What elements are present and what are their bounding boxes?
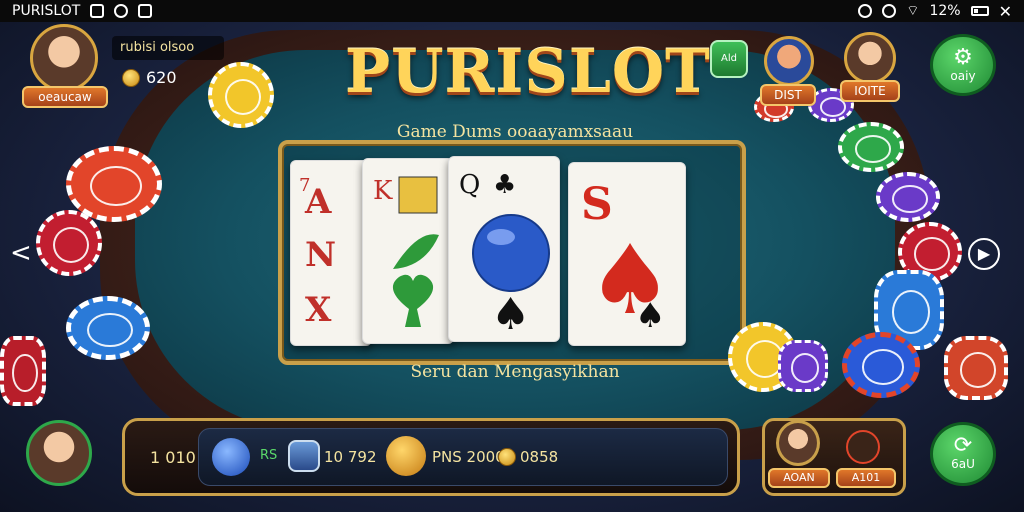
stat-d: 0858 <box>520 448 559 466</box>
poker-chip-red <box>36 210 102 276</box>
stat-a: RS <box>260 448 278 463</box>
poker-chip-blue-red <box>842 332 920 398</box>
svg-text:K: K <box>373 176 393 206</box>
settings-icon: ⚙ <box>953 45 973 70</box>
timer-nameplate: A101 <box>836 468 896 488</box>
status-bar: PURISLOT ⌔ 12% ✕ <box>0 0 1024 22</box>
svg-text:Q: Q <box>459 170 480 200</box>
svg-text:X: X <box>305 290 332 330</box>
svg-text:7: 7 <box>299 175 310 196</box>
poker-chip-stack-purple <box>778 340 828 392</box>
card-art-4: S ♠ ♠ <box>581 179 673 336</box>
square-icon <box>138 4 153 18</box>
globe-icon[interactable] <box>212 438 250 476</box>
level-value: 1 010 <box>150 448 196 467</box>
playing-card-1[interactable]: A 7 N X <box>290 160 372 346</box>
opponent-nameplate-3: AOAN <box>768 468 830 488</box>
battery-percent: 12% <box>929 3 961 19</box>
wifi-icon: ⌔ <box>906 3 920 19</box>
player-nameplate: oeaucaw <box>22 86 108 108</box>
playing-card-3[interactable]: Q ♣ ♠ <box>448 156 560 342</box>
pointer-icon[interactable] <box>386 436 426 476</box>
stat-b: 10 792 <box>324 448 377 466</box>
gallery-icon <box>114 4 129 18</box>
top-right-button-label: oaiy <box>950 69 976 83</box>
poker-chip-yellow <box>208 62 274 128</box>
close-icon[interactable]: ✕ <box>999 2 1012 21</box>
card-art-1: A 7 N X <box>299 175 336 330</box>
svg-text:♠: ♠ <box>635 296 665 336</box>
poker-chip-blue <box>66 296 150 360</box>
alarm-icon <box>858 4 873 18</box>
card-art-2: K <box>373 176 439 327</box>
player-coin-value: 620 <box>146 68 177 87</box>
bottom-player-avatar[interactable] <box>26 420 92 486</box>
stat-c: PNS 2000 <box>432 448 505 466</box>
refresh-icon: ⟳ <box>953 433 973 458</box>
battery-icon <box>970 6 989 16</box>
opponent-nameplate-1: DIST <box>760 84 816 106</box>
bottom-right-button-label: 6aU <box>951 457 975 471</box>
playing-card-4[interactable]: S ♠ ♠ <box>568 162 686 346</box>
coin-icon <box>122 68 140 87</box>
poker-chip-purple <box>876 172 940 222</box>
status-app-name: PURISLOT <box>12 3 81 19</box>
card-art-3: Q ♣ ♠ <box>459 170 550 340</box>
ad-button[interactable]: Ald <box>710 40 748 78</box>
forward-play-icon[interactable]: ▶ <box>968 238 1000 270</box>
playing-card-2[interactable]: K <box>362 158 454 344</box>
ticket-icon[interactable] <box>288 440 320 472</box>
poker-chip-green <box>838 122 904 172</box>
player-avatar[interactable] <box>30 24 98 92</box>
back-chevron-icon[interactable]: < <box>10 238 32 268</box>
svg-text:S: S <box>581 179 613 230</box>
poker-chip-stack-left <box>0 336 46 406</box>
svg-text:♣: ♣ <box>493 170 516 200</box>
game-logo: PURISLOT <box>345 37 711 107</box>
player-name: rubisi olsoo <box>112 36 224 60</box>
game-tagline: Seru dan Mengasyikhan <box>410 362 620 382</box>
opponent-avatar-2[interactable] <box>844 32 896 84</box>
svg-text:N: N <box>305 235 336 275</box>
top-right-menu-button[interactable]: ⚙ oaiy <box>930 34 996 96</box>
svg-text:♠: ♠ <box>491 289 530 340</box>
poker-chip-orange <box>66 146 162 222</box>
opponent-avatar-1[interactable] <box>764 36 814 86</box>
vibrate-icon <box>882 4 897 18</box>
notification-icon <box>90 4 105 18</box>
opponent-nameplate-2: IOITE <box>840 80 900 102</box>
opponent-avatar-3[interactable] <box>776 420 820 466</box>
game-subtitle: Game Dums ooaayamxsaau <box>396 122 634 142</box>
player-coins: 620 <box>122 68 177 87</box>
timer-icon[interactable] <box>846 430 880 464</box>
bottom-right-menu-button[interactable]: ⟳ 6aU <box>930 422 996 486</box>
coin-icon-small <box>498 448 516 466</box>
poker-chip-stack-orange <box>944 336 1008 400</box>
